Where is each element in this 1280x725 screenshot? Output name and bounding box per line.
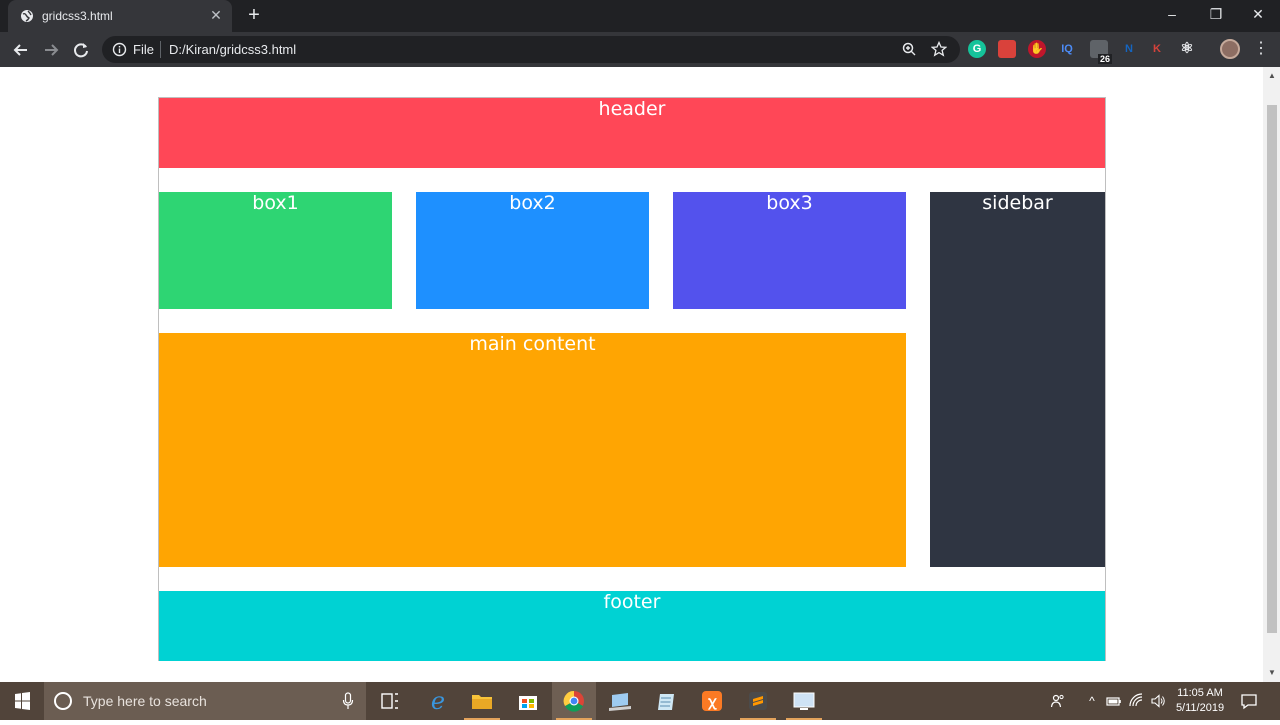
grid-box2: box2 <box>416 192 649 309</box>
restore-button[interactable]: ❐ <box>1194 0 1238 30</box>
ublock-extension-icon[interactable]: ✋ <box>1028 40 1046 58</box>
globe-icon <box>21 10 33 22</box>
sidebar-label: sidebar <box>982 192 1053 214</box>
browser-toolbar: File D:/Kiran/gridcss3.html G ✋ IQ 26 N … <box>0 32 1280 67</box>
laptop-app-icon[interactable] <box>598 682 642 720</box>
minimize-button[interactable]: – <box>1150 0 1194 30</box>
k-extension-icon[interactable]: K <box>1148 40 1166 58</box>
profile-avatar[interactable] <box>1220 39 1240 59</box>
grid-sidebar: sidebar <box>930 192 1105 567</box>
box3-label: box3 <box>766 192 813 214</box>
browser-titlebar: gridcss3.html ✕ + – ❐ ✕ <box>0 0 1280 32</box>
n-extension-icon[interactable]: N <box>1120 40 1138 58</box>
close-tab-icon[interactable]: ✕ <box>208 7 224 23</box>
extension-badge: 26 <box>1097 54 1112 64</box>
back-arrow-icon[interactable] <box>10 39 32 61</box>
grid-box1: box1 <box>159 192 392 309</box>
scrollbar-thumb[interactable] <box>1267 105 1277 633</box>
microphone-icon[interactable] <box>342 692 354 710</box>
bookmark-extension-icon[interactable] <box>998 40 1016 58</box>
scroll-up-arrow-icon[interactable]: ▲ <box>1267 71 1277 81</box>
forward-arrow-icon[interactable] <box>40 39 62 61</box>
browser-tab[interactable]: gridcss3.html ✕ <box>8 0 232 32</box>
taskbar-clock[interactable]: 11:05 AM 5/11/2019 <box>1170 686 1230 716</box>
footer-label: footer <box>603 591 661 613</box>
reload-icon[interactable] <box>70 39 92 61</box>
close-window-button[interactable]: ✕ <box>1236 0 1280 30</box>
vertical-scrollbar[interactable]: ▲ ▼ <box>1263 67 1280 682</box>
grid-box3: box3 <box>673 192 906 309</box>
box2-label: box2 <box>509 192 556 214</box>
iq-extension-icon[interactable]: IQ <box>1058 40 1076 58</box>
screen-extension-icon[interactable]: 26 <box>1090 40 1112 64</box>
windows-start-icon[interactable] <box>0 682 44 720</box>
scroll-down-arrow-icon[interactable]: ▼ <box>1267 668 1277 678</box>
clock-date: 5/11/2019 <box>1175 702 1225 714</box>
box1-label: box1 <box>252 192 299 214</box>
zoom-icon[interactable] <box>901 41 917 57</box>
task-view-icon[interactable] <box>368 682 412 720</box>
more-menu-icon[interactable]: ⋮ <box>1252 39 1270 59</box>
grid-header: header <box>159 98 1105 168</box>
xampp-icon[interactable]: ꭓ <box>690 682 734 720</box>
notes-app-icon[interactable] <box>644 682 688 720</box>
new-tab-button[interactable]: + <box>244 5 264 26</box>
grammarly-extension-icon[interactable]: G <box>968 40 986 58</box>
battery-icon[interactable] <box>1106 693 1122 709</box>
scheme-label: File <box>133 42 154 57</box>
volume-icon[interactable] <box>1150 693 1166 709</box>
wifi-icon[interactable] <box>1128 693 1144 709</box>
grid-container: header box1 box2 box3 sidebar main conte… <box>158 97 1106 661</box>
store-icon[interactable] <box>506 682 550 720</box>
people-icon[interactable] <box>1050 693 1066 709</box>
omnibox-divider <box>160 41 161 58</box>
header-label: header <box>598 98 666 120</box>
search-placeholder: Type here to search <box>83 693 207 709</box>
action-center-icon[interactable] <box>1239 691 1259 711</box>
grid-main-content: main content <box>159 333 906 567</box>
react-devtools-icon[interactable]: ⚛ <box>1178 40 1196 58</box>
edge-browser-icon[interactable]: e <box>416 682 460 720</box>
tab-title: gridcss3.html <box>42 9 113 23</box>
info-icon[interactable] <box>112 42 127 57</box>
windows-taskbar: Type here to search e ꭓ ^ 11:05 AM 5/11/… <box>0 682 1280 720</box>
svg-text:e: e <box>431 687 445 715</box>
grid-footer: footer <box>159 591 1105 661</box>
svg-text:ꭓ: ꭓ <box>707 694 717 710</box>
remote-desktop-icon[interactable] <box>782 682 826 720</box>
cortana-icon <box>54 692 72 710</box>
taskbar-search-box[interactable]: Type here to search <box>44 682 366 720</box>
main-content-label: main content <box>469 333 596 355</box>
url-text[interactable]: D:/Kiran/gridcss3.html <box>169 42 296 57</box>
bookmark-star-icon[interactable] <box>931 41 947 57</box>
file-explorer-icon[interactable] <box>460 682 504 720</box>
clock-time: 11:05 AM <box>1177 687 1223 699</box>
address-bar[interactable]: File D:/Kiran/gridcss3.html <box>102 36 960 63</box>
chevron-up-icon[interactable]: ^ <box>1084 693 1100 709</box>
sublime-text-icon[interactable] <box>736 682 780 720</box>
chrome-taskbar-icon[interactable] <box>552 682 596 720</box>
page-viewport: header box1 box2 box3 sidebar main conte… <box>0 67 1263 682</box>
